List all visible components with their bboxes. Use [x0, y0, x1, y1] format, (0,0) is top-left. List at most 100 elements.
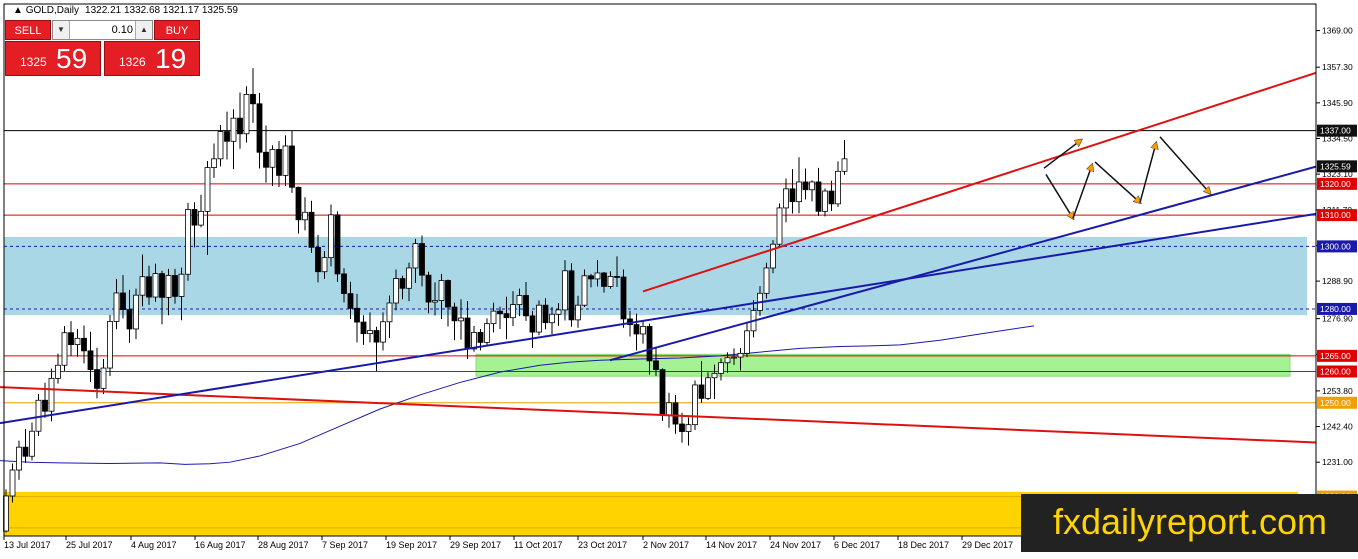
candle-body — [373, 330, 380, 343]
price-label-text: 1260.00 — [1320, 366, 1351, 376]
candle-body — [789, 188, 796, 203]
projection-arrow — [1072, 165, 1092, 219]
candle-body — [347, 293, 354, 309]
candle-body — [146, 276, 152, 298]
one-click-trading-panel: SELL ▼ ▲ BUY 1325 59 1326 19 — [5, 20, 200, 76]
lot-size-field[interactable]: ▼ ▲ — [52, 20, 153, 40]
candle-body — [776, 207, 783, 245]
candle-body — [107, 321, 113, 369]
watermark: fxdailyreport.com — [1021, 494, 1358, 552]
x-tick-label: 6 Dec 2017 — [834, 540, 880, 550]
candle-body — [126, 309, 133, 330]
candle-body — [529, 315, 536, 333]
ohlc-text: 1322.21 1332.68 1321.17 1325.59 — [85, 5, 238, 16]
buy-price-box[interactable]: 1326 19 — [104, 41, 200, 76]
candle-body — [477, 331, 484, 343]
sell-button[interactable]: SELL — [5, 20, 51, 40]
sell-price-box[interactable]: 1325 59 — [5, 41, 101, 76]
candle-body — [321, 257, 328, 273]
lot-size-input[interactable] — [71, 22, 133, 38]
candle-body — [399, 278, 406, 289]
x-tick-label: 24 Nov 2017 — [770, 540, 821, 550]
sell-price-big: 59 — [56, 43, 88, 74]
candle-body — [87, 350, 94, 371]
candle-body — [276, 149, 282, 176]
chart-header: ▲ GOLD,Daily 1322.21 1332.68 1321.17 1325… — [13, 5, 238, 16]
lot-decrease-arrow-icon[interactable]: ▼ — [53, 21, 70, 39]
buy-button[interactable]: BUY — [154, 20, 200, 40]
candle-body — [250, 93, 256, 105]
sell-price-small: 1325 — [20, 55, 47, 69]
candle-body — [783, 188, 789, 209]
candle-body — [490, 310, 497, 325]
candle-body — [432, 300, 438, 303]
candle-body — [315, 246, 321, 273]
candle-body — [568, 270, 575, 321]
lot-increase-arrow-icon[interactable]: ▲ — [135, 21, 152, 39]
price-chart: 1369.001357.301345.901334.501323.101311.… — [0, 3, 1358, 552]
candle-body — [100, 367, 107, 389]
candle-body — [152, 273, 159, 298]
candle-body — [16, 446, 22, 471]
candle-body — [224, 131, 230, 142]
candle-body — [711, 372, 718, 379]
candle-body — [516, 295, 523, 305]
candle-body — [666, 402, 672, 416]
candle-body — [42, 399, 48, 412]
candle-body — [510, 304, 516, 319]
buy-price-small: 1326 — [119, 55, 146, 69]
candle-body — [594, 272, 601, 280]
candle-body — [581, 275, 588, 306]
x-tick-label: 16 Aug 2017 — [195, 540, 246, 550]
symbol-text: GOLD,Daily — [26, 5, 79, 16]
candle-body — [302, 211, 308, 221]
candle-body — [542, 304, 549, 324]
y-tick-label: 1345.90 — [1322, 98, 1353, 108]
price-label-text: 1300.00 — [1320, 241, 1351, 251]
candle-body — [282, 145, 289, 176]
candle-body — [94, 369, 100, 389]
candle-body — [334, 214, 341, 275]
candle-body — [796, 181, 802, 203]
price-label-text: 1265.00 — [1320, 351, 1351, 361]
candle-body — [308, 211, 315, 248]
x-tick-label: 11 Oct 2017 — [514, 540, 562, 550]
moving-average-line — [0, 325, 1035, 465]
candle-body — [243, 93, 250, 135]
price-label-text: 1337.00 — [1320, 126, 1351, 136]
candle-body — [620, 276, 627, 320]
collapse-triangle-icon[interactable]: ▲ — [13, 5, 26, 16]
candle-body — [692, 384, 698, 426]
candle-body — [120, 292, 126, 310]
candle-body — [22, 446, 29, 457]
candle-body — [841, 158, 848, 172]
candle-body — [113, 292, 120, 322]
buy-price-big: 19 — [155, 43, 187, 74]
candle-body — [269, 149, 276, 168]
candle-body — [575, 304, 581, 321]
candle-body — [646, 326, 653, 362]
candle-body — [263, 151, 269, 168]
candle-body — [81, 337, 87, 352]
x-tick-label: 25 Jul 2017 — [66, 540, 113, 550]
candle-body — [536, 304, 542, 333]
candle-body — [802, 181, 809, 191]
candle-body — [601, 272, 607, 287]
projection-arrow — [1045, 174, 1073, 218]
candle-body — [659, 369, 666, 416]
candle-body — [484, 323, 490, 343]
candle-body — [724, 357, 731, 364]
candle-body — [497, 310, 503, 315]
candle-body — [607, 276, 614, 287]
candle-body — [61, 332, 68, 366]
candle-body — [464, 317, 471, 350]
candle-body — [685, 424, 692, 432]
x-tick-label: 4 Aug 2017 — [131, 540, 177, 550]
x-tick-label: 14 Nov 2017 — [706, 540, 757, 550]
candle-body — [744, 330, 750, 354]
candle-body — [133, 294, 139, 330]
candle-body — [523, 295, 529, 317]
candle-body — [549, 313, 555, 324]
price-label-text: 1320.00 — [1320, 179, 1351, 189]
candle-body — [204, 167, 211, 212]
